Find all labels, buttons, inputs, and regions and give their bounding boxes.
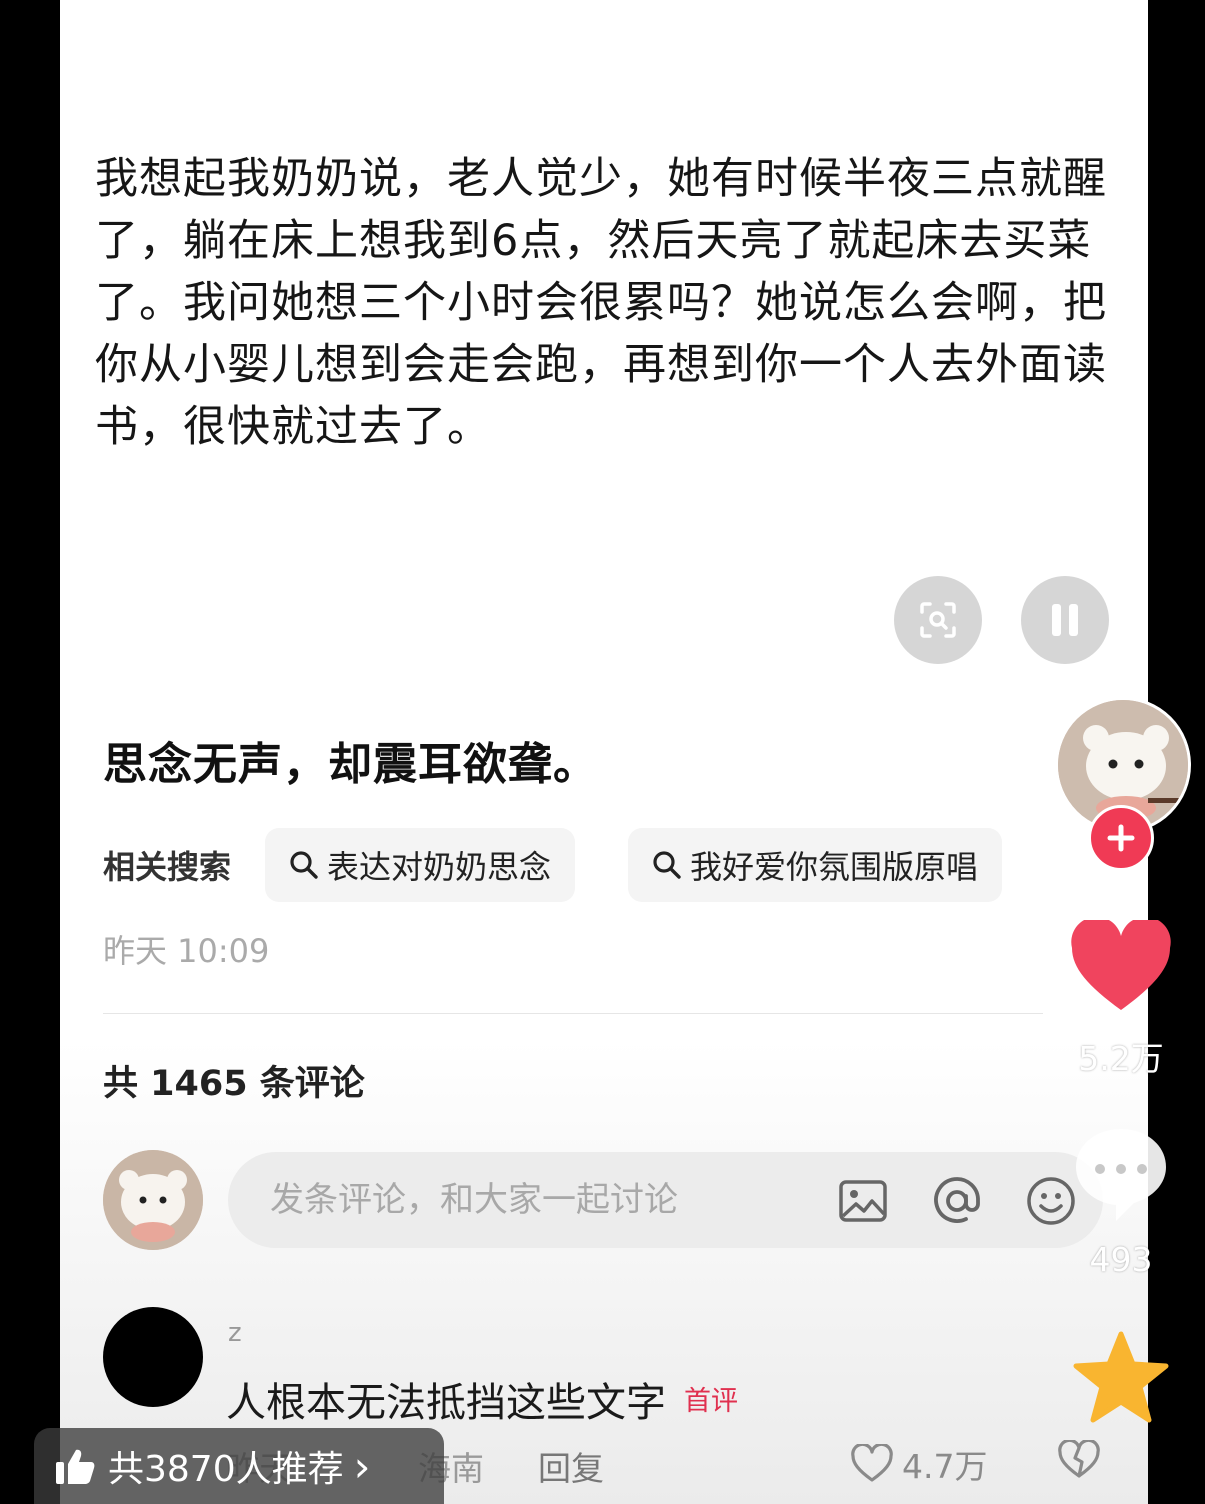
- related-search-chip-label: 表达对奶奶思念: [327, 848, 552, 886]
- commenter-name[interactable]: z: [228, 1318, 242, 1348]
- at-icon[interactable]: [930, 1174, 984, 1228]
- thumbs-up-icon: [56, 1449, 95, 1484]
- chevron-right-icon: ›: [353, 1441, 371, 1491]
- post-body-text: 我想起我奶奶说，老人觉少，她有时候半夜三点就醒了，躺在床上想我到6点，然后天亮了…: [95, 154, 1107, 452]
- reply-button[interactable]: 回复: [538, 1442, 604, 1490]
- star-icon: [1073, 1331, 1169, 1423]
- comment-count: 共 1465 条评论: [103, 1064, 365, 1104]
- emoji-icon[interactable]: [1024, 1174, 1078, 1228]
- first-comment-badge: 首评: [684, 1386, 738, 1417]
- like-count: 5.2万: [1078, 1039, 1164, 1078]
- broken-heart-icon: [1058, 1438, 1100, 1478]
- pause-icon: [1052, 604, 1078, 636]
- plus-icon: [1107, 824, 1135, 852]
- post-timestamp: 昨天 10:09: [103, 932, 270, 970]
- image-icon[interactable]: [836, 1174, 890, 1228]
- comment-input[interactable]: [268, 1174, 812, 1226]
- related-search-label: 相关搜索: [103, 848, 232, 886]
- comment-bubble-icon: [1076, 1129, 1166, 1221]
- follow-button[interactable]: [1088, 805, 1154, 871]
- recommend-bar[interactable]: 共3870人推荐 ›: [34, 1428, 444, 1504]
- heart-icon: [1071, 916, 1171, 1010]
- commenter-avatar[interactable]: [103, 1307, 203, 1407]
- image-search-icon: [920, 602, 956, 638]
- comment-input-bar[interactable]: [228, 1152, 1103, 1248]
- pause-button[interactable]: [1021, 576, 1109, 664]
- related-search-chip[interactable]: 表达对奶奶思念: [265, 828, 576, 902]
- video-caption: 思念无声，却震耳欲聋。: [103, 739, 598, 790]
- favorite-button[interactable]: [1072, 1330, 1170, 1428]
- comment-dislike-button[interactable]: [1057, 1438, 1101, 1484]
- comment-side-count: 493: [1089, 1240, 1153, 1279]
- comment-like-count: 4.7万: [902, 1447, 988, 1486]
- comment-body: 人根本无法抵挡这些文字: [226, 1380, 666, 1426]
- heart-outline-icon: [851, 1444, 893, 1482]
- comment-text: 人根本无法抵挡这些文字 首评: [226, 1370, 738, 1428]
- recommend-label: 共3870人推荐: [108, 1449, 344, 1490]
- search-icon: [653, 851, 681, 879]
- like-button[interactable]: [1070, 916, 1172, 1018]
- image-search-button[interactable]: [894, 576, 982, 664]
- my-avatar[interactable]: [103, 1150, 203, 1250]
- divider: [103, 1013, 1043, 1014]
- related-search-chip-label: 我好爱你氛围版原唱: [690, 848, 979, 886]
- related-search-chip[interactable]: 我好爱你氛围版原唱: [628, 828, 1003, 902]
- comment-button[interactable]: [1072, 1125, 1170, 1229]
- search-icon: [290, 851, 318, 879]
- comment-like-button[interactable]: 4.7万: [850, 1440, 987, 1488]
